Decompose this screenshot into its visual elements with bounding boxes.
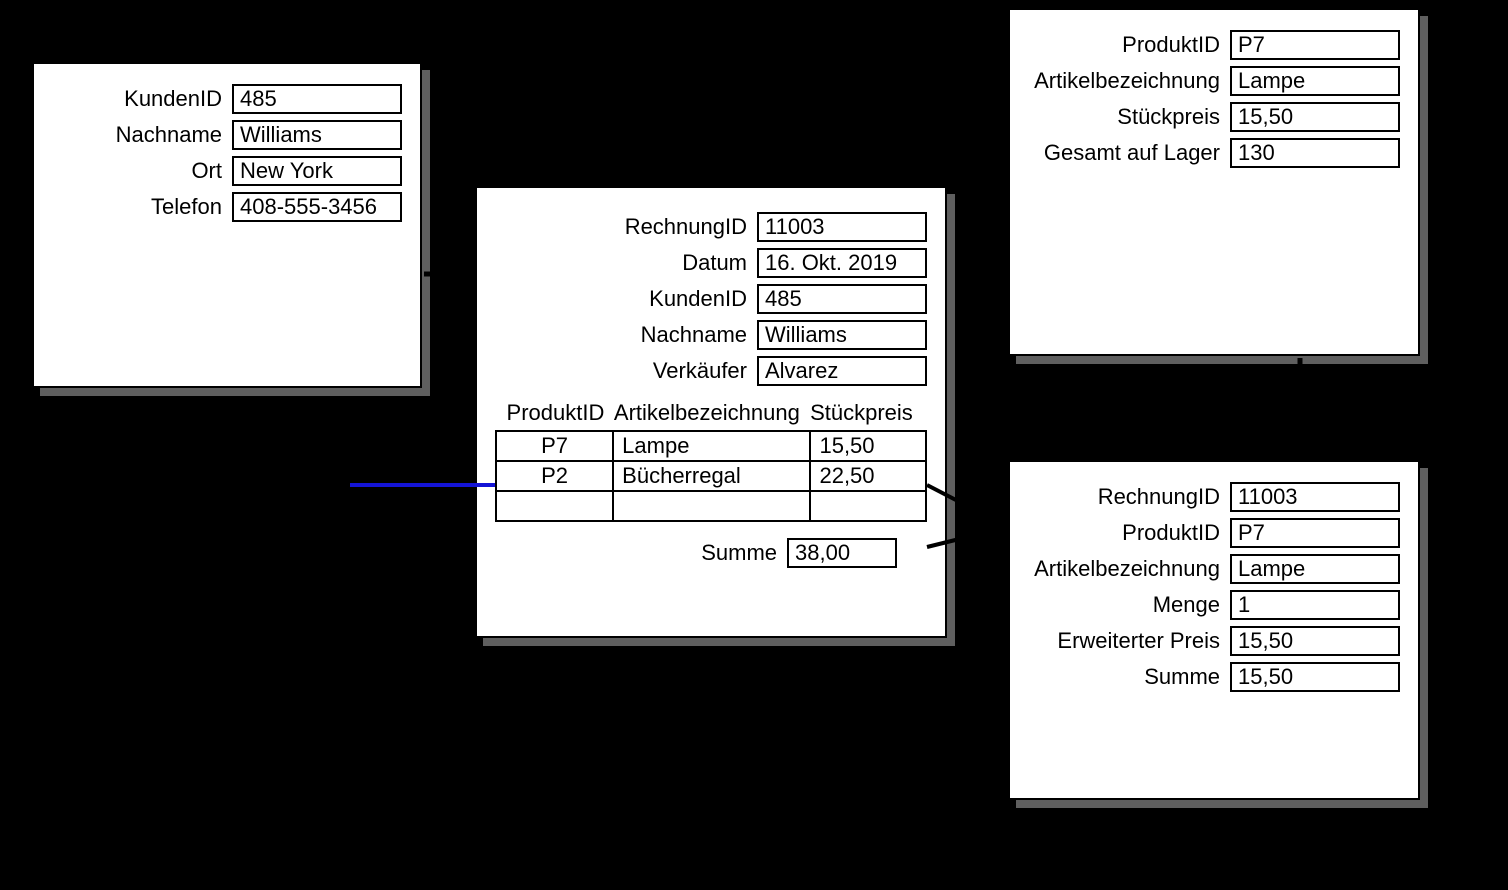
invoices-id-label: RechnungID xyxy=(625,214,747,240)
customers-id-field[interactable]: 485 xyxy=(232,84,402,114)
portal-header-price: Stückpreis xyxy=(810,400,925,426)
lineitems-sum-field[interactable]: 15,50 xyxy=(1230,662,1400,692)
portal-table: P7 Lampe 15,50 P2 Bücherregal 22,50 xyxy=(495,430,927,522)
portal-cell-price[interactable]: 15,50 xyxy=(810,431,926,461)
products-card: ProduktID P7 Artikelbezeichnung Lampe St… xyxy=(1008,8,1420,356)
customers-phone-field[interactable]: 408-555-3456 xyxy=(232,192,402,222)
portal-cell-name[interactable] xyxy=(613,491,810,521)
invoices-date-label: Datum xyxy=(682,250,747,276)
invoices-date-field[interactable]: 16. Okt. 2019 xyxy=(757,248,927,278)
products-id-field[interactable]: P7 xyxy=(1230,30,1400,60)
products-stock-label: Gesamt auf Lager xyxy=(1044,140,1220,166)
lineitems-invid-label: RechnungID xyxy=(1098,484,1220,510)
lineitems-card: RechnungID 11003 ProduktID P7 Artikelbez… xyxy=(1008,460,1420,800)
portal-cell-prodid[interactable]: P2 xyxy=(496,461,613,491)
invoices-sum-field[interactable]: 38,00 xyxy=(787,538,897,568)
portal-header-prodid: ProduktID xyxy=(497,400,614,426)
products-price-field[interactable]: 15,50 xyxy=(1230,102,1400,132)
portal-row[interactable] xyxy=(496,491,926,521)
invoices-sales-label: Verkäufer xyxy=(653,358,747,384)
invoices-sales-field[interactable]: Alvarez xyxy=(757,356,927,386)
customers-id-label: KundenID xyxy=(124,86,222,112)
lineitems-ext-field[interactable]: 15,50 xyxy=(1230,626,1400,656)
portal-cell-price[interactable] xyxy=(810,491,926,521)
products-price-label: Stückpreis xyxy=(1117,104,1220,130)
portal-row[interactable]: P7 Lampe 15,50 xyxy=(496,431,926,461)
customers-lastname-label: Nachname xyxy=(116,122,222,148)
lineitems-name-field[interactable]: Lampe xyxy=(1230,554,1400,584)
lineitems-ext-label: Erweiterter Preis xyxy=(1057,628,1220,654)
products-name-label: Artikelbezeichnung xyxy=(1034,68,1220,94)
invoices-sum-label: Summe xyxy=(701,540,777,566)
portal-cell-prodid[interactable] xyxy=(496,491,613,521)
customers-lastname-field[interactable]: Williams xyxy=(232,120,402,150)
invoices-custid-label: KundenID xyxy=(649,286,747,312)
products-name-field[interactable]: Lampe xyxy=(1230,66,1400,96)
lineitems-prodid-label: ProduktID xyxy=(1122,520,1220,546)
portal-cell-prodid[interactable]: P7 xyxy=(496,431,613,461)
lineitems-qty-label: Menge xyxy=(1153,592,1220,618)
portal-row[interactable]: P2 Bücherregal 22,50 xyxy=(496,461,926,491)
lineitems-name-label: Artikelbezeichnung xyxy=(1034,556,1220,582)
customers-card: KundenID 485 Nachname Williams Ort New Y… xyxy=(32,62,422,388)
invoices-id-field[interactable]: 11003 xyxy=(757,212,927,242)
customers-city-label: Ort xyxy=(191,158,222,184)
invoices-lastname-field[interactable]: Williams xyxy=(757,320,927,350)
portal-header-name: Artikelbezeichnung xyxy=(614,400,810,426)
invoices-portal: ProduktID Artikelbezeichnung Stückpreis … xyxy=(495,400,927,522)
portal-cell-price[interactable]: 22,50 xyxy=(810,461,926,491)
customers-city-field[interactable]: New York xyxy=(232,156,402,186)
lineitems-qty-field[interactable]: 1 xyxy=(1230,590,1400,620)
invoices-lastname-label: Nachname xyxy=(641,322,747,348)
invoices-custid-field[interactable]: 485 xyxy=(757,284,927,314)
lineitems-sum-label: Summe xyxy=(1144,664,1220,690)
products-id-label: ProduktID xyxy=(1122,32,1220,58)
lineitems-prodid-field[interactable]: P7 xyxy=(1230,518,1400,548)
invoices-card: RechnungID 11003 Datum 16. Okt. 2019 Kun… xyxy=(475,186,947,638)
customers-phone-label: Telefon xyxy=(151,194,222,220)
lineitems-invid-field[interactable]: 11003 xyxy=(1230,482,1400,512)
products-stock-field[interactable]: 130 xyxy=(1230,138,1400,168)
portal-cell-name[interactable]: Lampe xyxy=(613,431,810,461)
portal-cell-name[interactable]: Bücherregal xyxy=(613,461,810,491)
